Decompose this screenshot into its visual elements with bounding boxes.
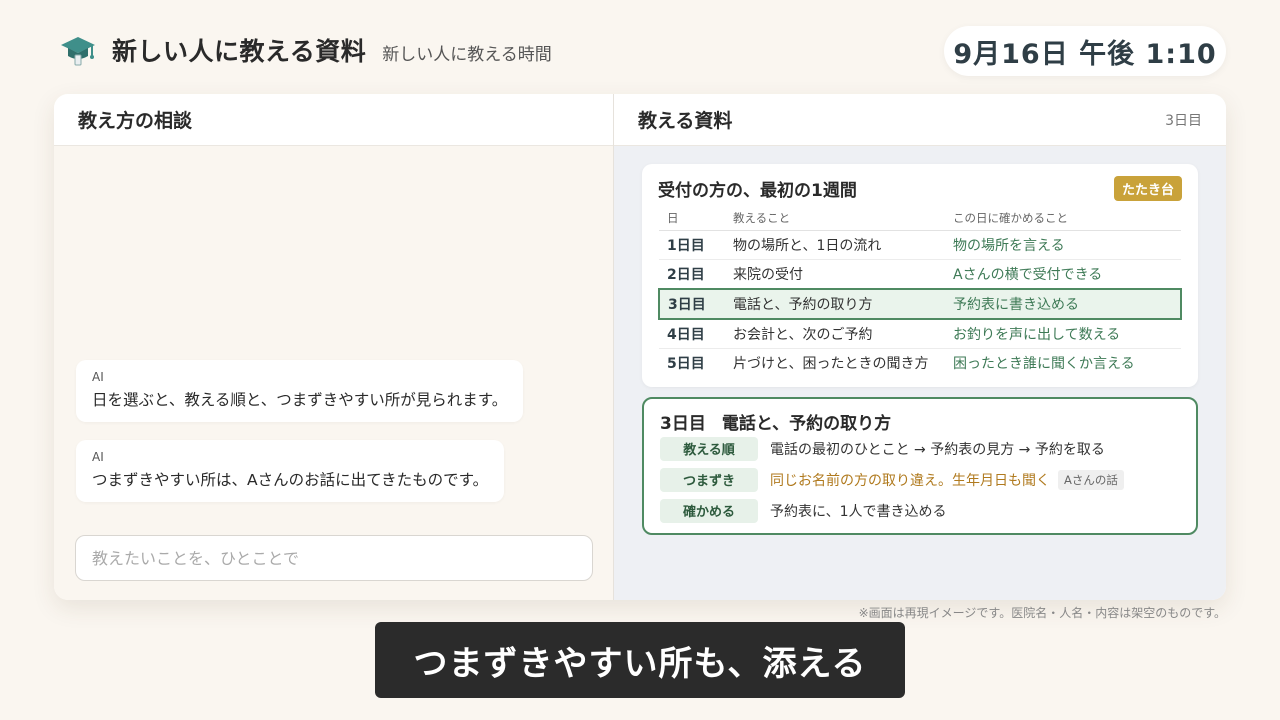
page: 新しい人に教える資料 新しい人に教える時間 9月16日 午後 1:10 教え方の…: [0, 0, 1280, 720]
row-teach: 来院の受付: [725, 259, 945, 290]
main-window: 教え方の相談 AI 日を選ぶと、教える順と、つまずきやすい所が見られます。 AI…: [54, 94, 1226, 600]
draft-badge: たたき台: [1113, 175, 1182, 201]
chat-pane: 教え方の相談 AI 日を選ぶと、教える順と、つまずきやすい所が見られます。 AI…: [54, 94, 614, 600]
disclaimer: ※画面は再現イメージです。医院名・人名・内容は架空のものです。: [858, 606, 1226, 620]
day-indicator: 3日目: [1165, 112, 1202, 129]
chat-pane-title: 教え方の相談: [78, 110, 193, 132]
row-check: お釣りを声に出して数える: [945, 318, 1181, 349]
order-label: 教える順: [660, 436, 758, 461]
table-row[interactable]: 1日目 物の場所と、1日の流れ 物の場所を言える: [659, 230, 1181, 260]
row-check: 予約表に書き込める: [945, 288, 1182, 320]
row-day: 2日目: [659, 259, 725, 290]
weekly-plan-card: 受付の方の、最初の1週間 たたき台 日 教えること この日に確かめること 1日目: [642, 164, 1198, 387]
detail-row-confirm: 確かめる 予約表に、1人で書き込める: [660, 495, 1180, 526]
row-day: 4日目: [659, 318, 725, 349]
row-teach: 電話と、予約の取り方: [725, 288, 945, 320]
materials-pane-header: 教える資料 3日目: [614, 94, 1226, 146]
plan-card-header: 受付の方の、最初の1週間 たたき台: [658, 175, 1182, 201]
app-subtitle: 新しい人に教える時間: [382, 44, 552, 65]
app-header: 新しい人に教える資料 新しい人に教える時間: [58, 30, 552, 70]
table-header-row: 日 教えること この日に確かめること: [659, 206, 1181, 231]
table-row[interactable]: 2日目 来院の受付 Aさんの横で受付できる: [659, 259, 1181, 290]
materials-pane: 教える資料 3日目 受付の方の、最初の1週間 たたき台 日 教えること この日に…: [614, 94, 1226, 600]
message-text: つまずきやすい所は、Aさんのお話に出てきたものです。: [92, 471, 489, 489]
row-day: 3日目: [658, 288, 725, 320]
detail-topic: 電話と、予約の取り方: [721, 414, 892, 434]
materials-pane-title: 教える資料: [638, 110, 733, 132]
message-sender: AI: [92, 450, 104, 464]
table-row-selected[interactable]: 3日目 電話と、予約の取り方 予約表に書き込める: [658, 288, 1182, 320]
table-row[interactable]: 4日目 お会計と、次のご予約 お釣りを声に出して数える: [659, 318, 1181, 349]
day-detail-card: 3日目 電話と、予約の取り方 教える順 電話の最初のひとこと → 予約表の見方 …: [642, 397, 1198, 535]
chat-input[interactable]: [75, 535, 593, 581]
row-teach: 片づけと、困ったときの聞き方: [733, 356, 929, 372]
plan-title: 受付の方の、最初の1週間: [658, 180, 857, 201]
detail-row-order: 教える順 電話の最初のひとこと → 予約表の見方 → 予約を取る: [660, 433, 1180, 464]
row-day: 1日目: [659, 230, 725, 260]
pitfall-label: つまずき: [660, 467, 758, 492]
detail-row-pitfall: つまずき 同じお名前の方の取り違え。生年月日も聞く Aさんの話: [660, 464, 1180, 495]
chat-message: AI つまずきやすい所は、Aさんのお話に出てきたものです。: [76, 440, 505, 502]
detail-title: 3日目 電話と、予約の取り方: [660, 409, 1180, 434]
chat-message: AI 日を選ぶと、教える順と、つまずきやすい所が見られます。: [76, 360, 524, 422]
pitfall-value: 同じお名前の方の取り違え。生年月日も聞く: [770, 472, 1050, 489]
graduation-cap-icon: [58, 30, 98, 70]
plan-table: 日 教えること この日に確かめること 1日目 物の場所と、1日の流れ 物の場所を…: [658, 206, 1182, 378]
row-teach: お会計と、次のご予約: [725, 318, 945, 349]
message-text: 日を選ぶと、教える順と、つまずきやすい所が見られます。: [92, 391, 508, 409]
order-value: 電話の最初のひとこと → 予約表の見方 → 予約を取る: [770, 441, 1105, 458]
confirm-label: 確かめる: [660, 498, 758, 523]
source-tag: Aさんの話: [1058, 469, 1124, 490]
confirm-value: 予約表に、1人で書き込める: [770, 503, 947, 520]
column-header-teach: 教えること: [725, 206, 945, 231]
chat-pane-header: 教え方の相談: [54, 94, 613, 146]
row-check: 困ったとき誰に聞くか言える: [953, 356, 1135, 372]
video-caption: つまずきやすい所も、添える: [375, 622, 905, 698]
row-check: 物の場所を言える: [945, 230, 1181, 260]
column-header-day: 日: [659, 206, 725, 231]
row-check: Aさんの横で受付できる: [945, 259, 1181, 290]
column-header-check: この日に確かめること: [945, 206, 1181, 231]
app-title: 新しい人に教える資料: [112, 37, 367, 66]
row-day: 5日目: [667, 356, 705, 372]
table-row[interactable]: 5日目 片づけと、困ったときの聞き方 困ったとき誰に聞くか言える: [659, 348, 1181, 378]
row-teach: 物の場所と、1日の流れ: [725, 230, 945, 260]
clock-display: 9月16日 午後 1:10: [944, 26, 1226, 76]
detail-day: 3日目: [660, 414, 706, 434]
message-sender: AI: [92, 370, 104, 384]
